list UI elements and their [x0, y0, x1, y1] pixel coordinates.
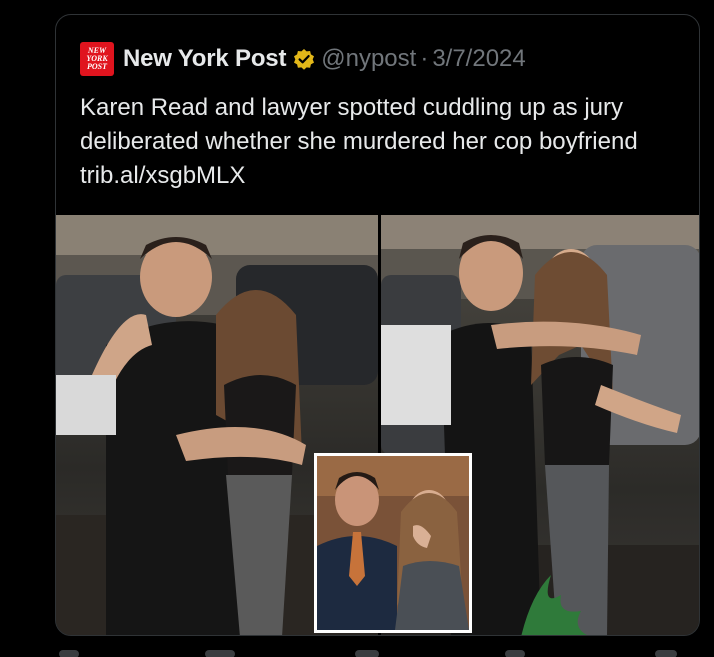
tweet-text: Karen Read and lawyer spotted cuddling u… [80, 94, 638, 189]
author-name[interactable]: New York Post [123, 45, 286, 73]
action-bar-partial [59, 650, 677, 657]
nypost-logo[interactable]: NEW YORK POST [80, 42, 114, 76]
tweet-card[interactable]: NEW YORK POST New York Post @nypost · 3/… [55, 14, 700, 636]
header-separator: · [420, 45, 429, 72]
tweet-header: NEW YORK POST New York Post @nypost · 3/… [80, 41, 526, 77]
inset-photo[interactable] [314, 453, 472, 633]
verified-badge-icon [294, 49, 315, 70]
inset-photo-illustration [317, 456, 469, 630]
tweet-media[interactable] [56, 215, 699, 635]
author-handle[interactable]: @nypost [321, 45, 416, 73]
logo-line-3: POST [87, 62, 107, 71]
tweet-date[interactable]: 3/7/2024 [432, 45, 525, 73]
